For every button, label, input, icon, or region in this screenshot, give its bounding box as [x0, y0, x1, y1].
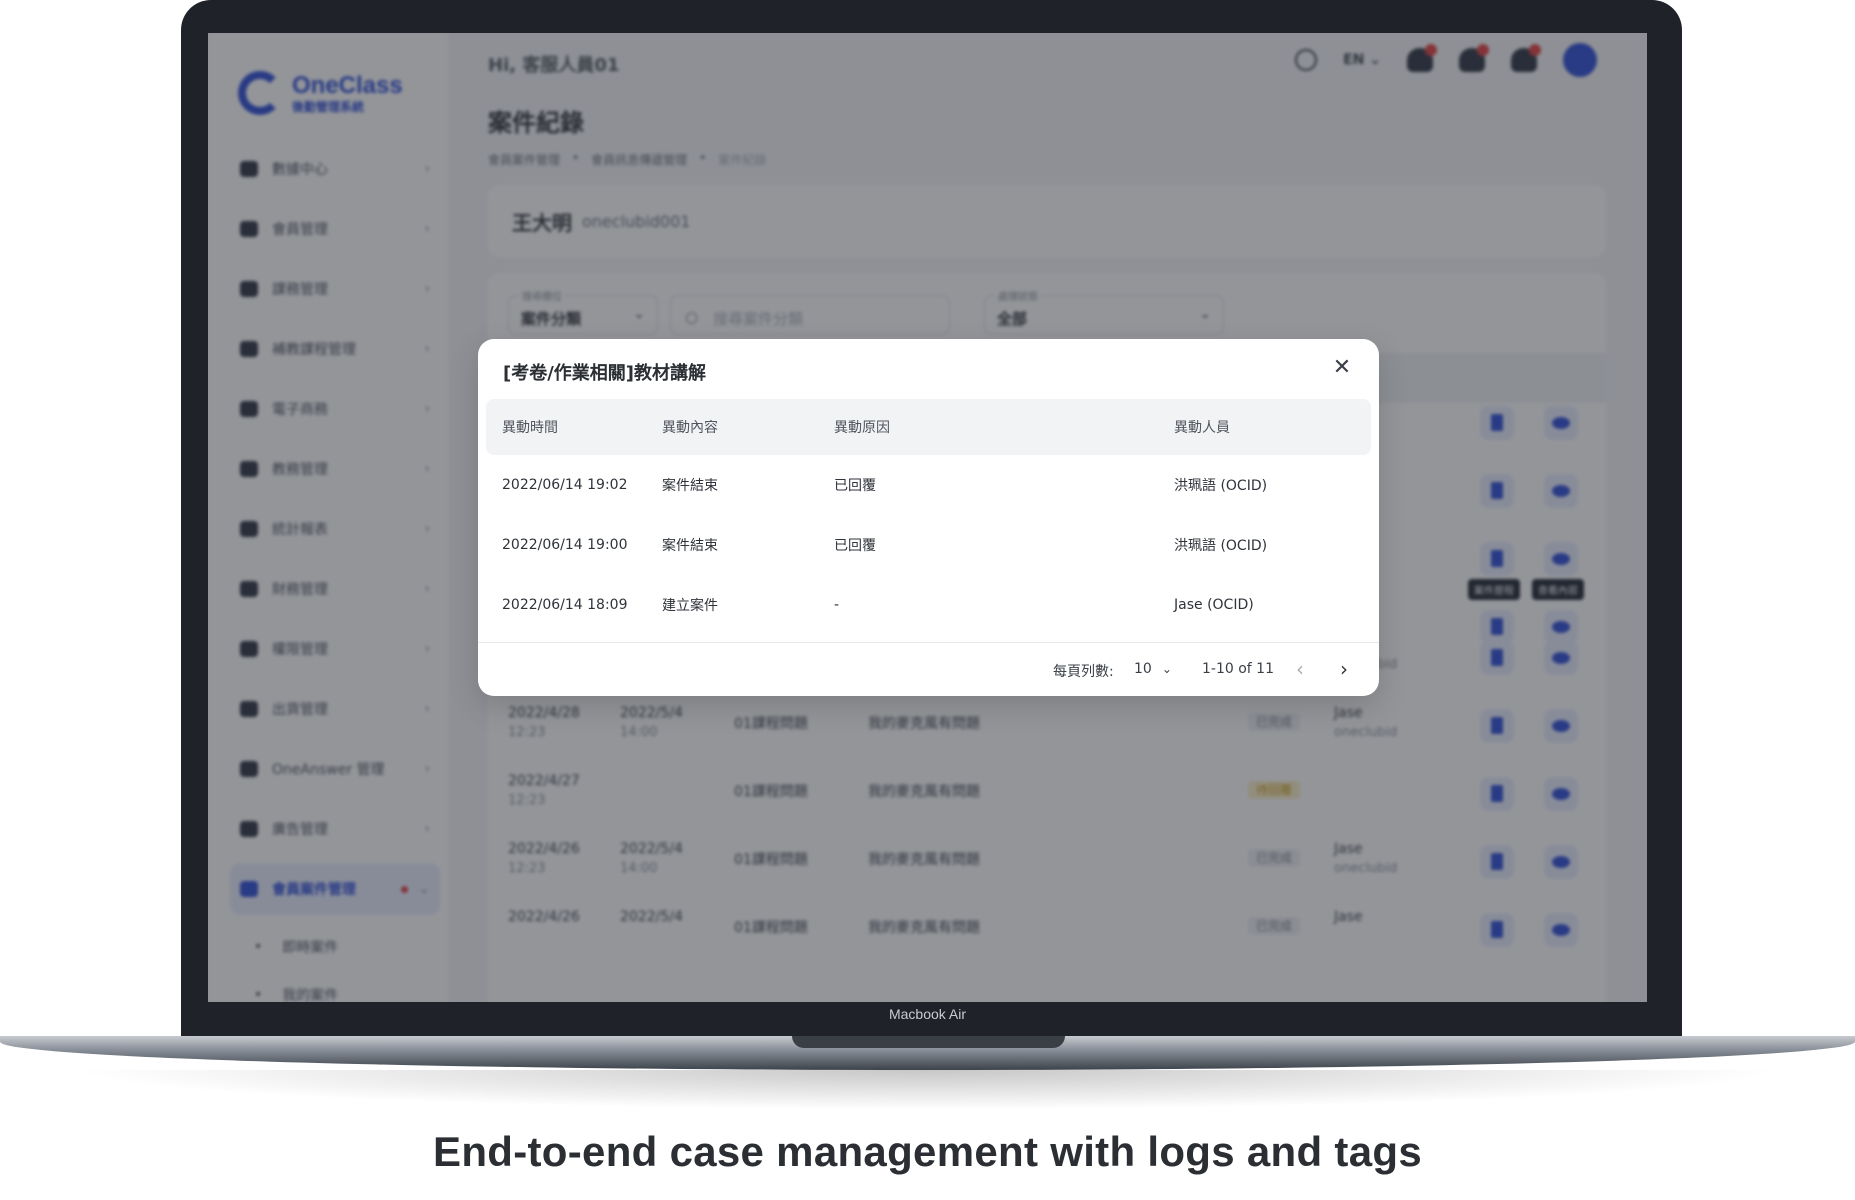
change-content: 案件結束 — [662, 478, 718, 494]
change-person: 洪珮語 (OCID) — [1174, 538, 1268, 554]
caption: End-to-end case management with logs and… — [433, 1128, 1422, 1175]
chevron-down-icon: ⌄ — [1161, 662, 1172, 676]
table-row: 2022/06/14 19:00 案件結束 已回覆 洪珮語 (OCID) — [486, 515, 1371, 575]
case-history-modal: [考卷/作業相關]教材講解 ✕ 異動時間 異動內容 異動原因 異動人員 2022… — [478, 339, 1379, 696]
change-time: 2022/06/14 19:02 — [502, 477, 628, 493]
change-reason: 已回覆 — [834, 538, 876, 554]
modal-title: [考卷/作業相關]教材講解 — [503, 363, 707, 384]
column-header: 異動時間 — [502, 420, 558, 436]
change-content: 建立案件 — [662, 598, 718, 614]
table-row: 2022/06/14 18:09 建立案件 - Jase (OCID) — [486, 575, 1371, 635]
close-icon[interactable]: ✕ — [1329, 355, 1355, 381]
laptop-screen: OneClass 後勤管理系統 數據中心›會員管理›課務管理›補教課程管理›電子… — [208, 33, 1647, 1002]
rows-per-page-label: 每頁列數: — [1053, 664, 1114, 680]
rows-per-page-select[interactable]: 10 ⌄ — [1134, 661, 1172, 677]
column-header: 異動原因 — [834, 420, 890, 436]
change-content: 案件結束 — [662, 538, 718, 554]
column-header: 異動人員 — [1174, 420, 1230, 436]
change-time: 2022/06/14 18:09 — [502, 597, 628, 613]
history-table-header: 異動時間 異動內容 異動原因 異動人員 — [486, 399, 1371, 455]
laptop-shadow — [70, 1070, 1785, 1110]
change-reason: 已回覆 — [834, 478, 876, 494]
table-row: 2022/06/14 19:02 案件結束 已回覆 洪珮語 (OCID) — [486, 455, 1371, 515]
history-table: 異動時間 異動內容 異動原因 異動人員 2022/06/14 19:02 案件結… — [486, 399, 1371, 635]
change-person: 洪珮語 (OCID) — [1174, 478, 1268, 494]
column-header: 異動內容 — [662, 420, 718, 436]
page-range: 1-10 of 11 — [1202, 661, 1274, 677]
change-reason: - — [834, 597, 840, 613]
prev-page-icon[interactable]: ‹ — [1296, 657, 1304, 681]
pagination: 每頁列數: 10 ⌄ 1-10 of 11 ‹ › — [478, 642, 1379, 697]
next-page-icon[interactable]: › — [1340, 657, 1348, 681]
device-label: Macbook Air — [888, 1006, 967, 1022]
change-time: 2022/06/14 19:00 — [502, 537, 628, 553]
change-person: Jase (OCID) — [1174, 597, 1254, 613]
laptop-notch — [792, 1036, 1065, 1048]
